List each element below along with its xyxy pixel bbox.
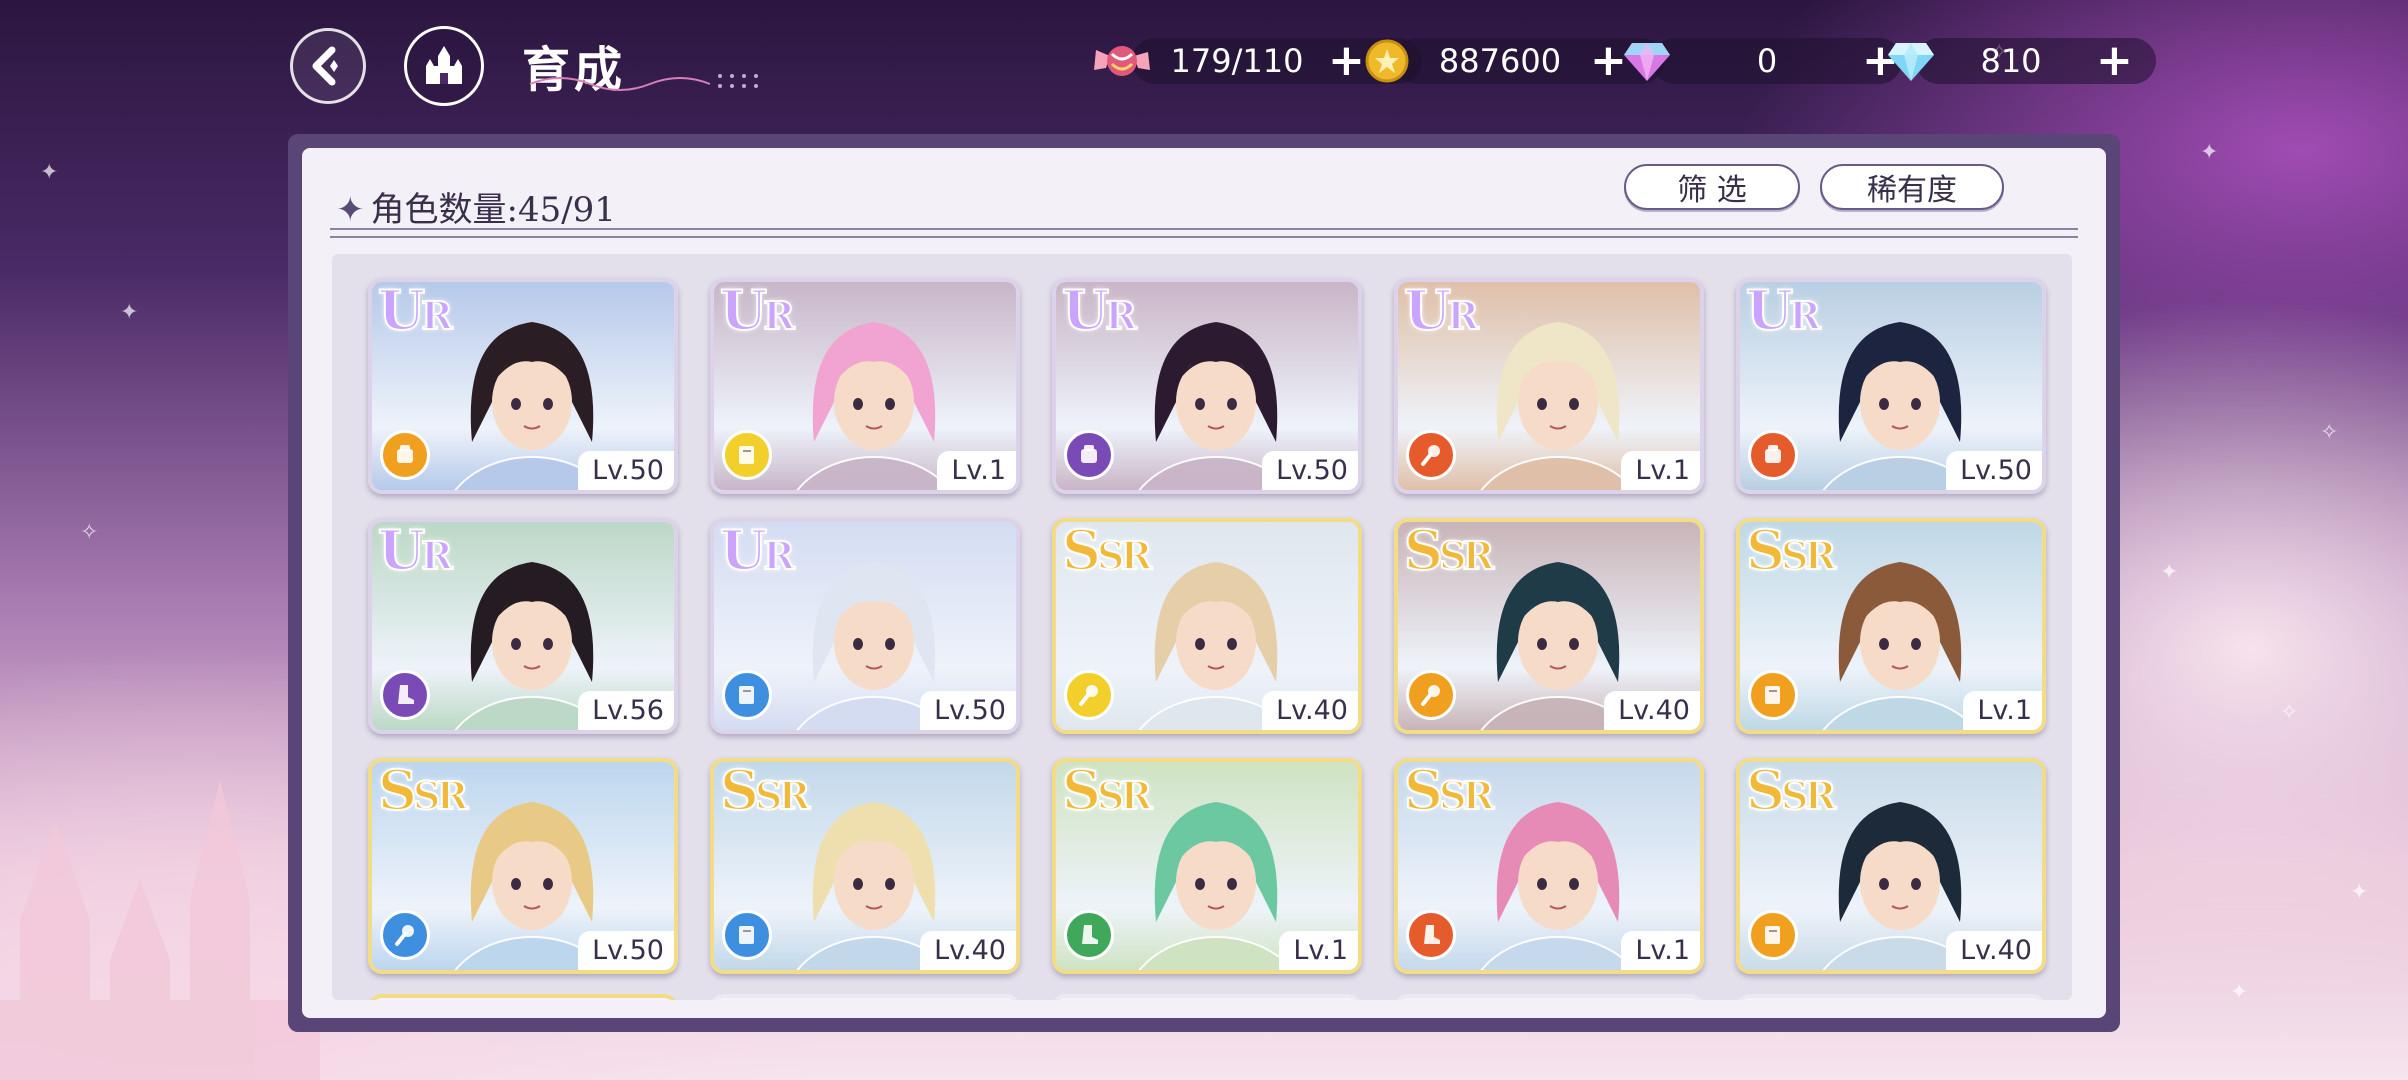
character-panel: ✦ 角色数量:45/91 筛 选 稀有度 UR Lv.50 UR Lv.1 UR Lv.50… bbox=[288, 134, 2120, 1032]
rarity-badge: SSR bbox=[377, 758, 469, 823]
level-label: Lv.56 bbox=[578, 691, 674, 730]
rarity-badge: SSR bbox=[1745, 518, 1837, 583]
candy-value: 179/110 bbox=[1170, 42, 1304, 80]
level-label: Lv.40 bbox=[1946, 931, 2042, 970]
character-count-label: 角色数量:45/91 bbox=[370, 190, 616, 230]
fist-element-icon bbox=[1064, 430, 1114, 480]
level-label: Lv.40 bbox=[1604, 691, 1700, 730]
level-label: Lv.40 bbox=[1262, 691, 1358, 730]
character-card-partial[interactable] bbox=[1052, 994, 1362, 1000]
character-card-partial[interactable] bbox=[1736, 994, 2046, 1000]
blue-gem-value: 810 bbox=[1980, 42, 2042, 80]
wand-element-icon bbox=[1406, 670, 1456, 720]
character-card[interactable]: SSR Lv.40 bbox=[1736, 758, 2046, 974]
level-label: Lv.1 bbox=[1621, 931, 1700, 970]
character-card-partial[interactable] bbox=[1394, 994, 1704, 1000]
pink-diamond-icon bbox=[1624, 43, 1670, 81]
rarity-badge: UR bbox=[1061, 278, 1138, 343]
boot-element-icon bbox=[380, 670, 430, 720]
character-card[interactable]: UR Lv.1 bbox=[1394, 278, 1704, 494]
resource-pink-gem: 0 + bbox=[1622, 34, 1902, 88]
character-count: ✦ 角色数量:45/91 bbox=[336, 182, 616, 231]
level-label: Lv.50 bbox=[920, 691, 1016, 730]
level-label: Lv.50 bbox=[578, 451, 674, 490]
home-button[interactable] bbox=[404, 26, 484, 106]
rarity-badge: UR bbox=[719, 278, 796, 343]
character-card[interactable]: UR Lv.50 bbox=[1052, 278, 1362, 494]
character-card[interactable]: SSR Lv.40 bbox=[1394, 518, 1704, 734]
candy-icon bbox=[1094, 46, 1150, 76]
coin-value: 887600 bbox=[1438, 42, 1562, 80]
sort-rarity-button[interactable]: 稀有度 bbox=[1820, 164, 2004, 210]
character-card-partial[interactable] bbox=[710, 994, 1020, 1000]
back-arrow-icon bbox=[312, 46, 338, 86]
rarity-badge: SSR bbox=[719, 758, 811, 823]
fist-element-icon bbox=[1748, 430, 1798, 480]
character-card[interactable]: UR Lv.1 bbox=[710, 278, 1020, 494]
resource-candy: 179/110 + bbox=[1092, 34, 1422, 88]
resource-blue-gem: 810 + bbox=[1886, 34, 2156, 88]
boot-element-icon bbox=[1406, 910, 1456, 960]
fist-element-icon bbox=[380, 430, 430, 480]
character-card[interactable]: SSR Lv.1 bbox=[1052, 758, 1362, 974]
character-card[interactable]: UR Lv.50 bbox=[710, 518, 1020, 734]
rarity-badge: UR bbox=[1403, 278, 1480, 343]
level-label: Lv.1 bbox=[1279, 931, 1358, 970]
character-card[interactable]: UR Lv.50 bbox=[1736, 278, 2046, 494]
rarity-badge: SSR bbox=[1403, 758, 1495, 823]
castle-silhouette bbox=[0, 780, 320, 1080]
rarity-badge: SSR bbox=[1403, 518, 1495, 583]
rarity-badge: UR bbox=[377, 278, 454, 343]
level-label: Lv.1 bbox=[937, 451, 1016, 490]
level-label: Lv.50 bbox=[578, 931, 674, 970]
rarity-badge: SSR bbox=[1061, 518, 1153, 583]
book-element-icon bbox=[722, 910, 772, 960]
rarity-badge: SSR bbox=[1745, 758, 1837, 823]
character-card[interactable]: SSR Lv.50 bbox=[368, 758, 678, 974]
pink-gem-value: 0 bbox=[1756, 42, 1778, 80]
level-label: Lv.1 bbox=[1963, 691, 2042, 730]
character-card-partial[interactable] bbox=[368, 994, 678, 1000]
resource-coin: 887600 + bbox=[1364, 34, 1664, 88]
character-panel-inner: ✦ 角色数量:45/91 筛 选 稀有度 UR Lv.50 UR Lv.1 UR Lv.50… bbox=[302, 148, 2106, 1018]
wand-element-icon bbox=[1064, 670, 1114, 720]
book-element-icon bbox=[722, 670, 772, 720]
book-element-icon bbox=[722, 430, 772, 480]
level-label: Lv.40 bbox=[920, 931, 1016, 970]
blue-diamond-icon bbox=[1888, 43, 1934, 81]
add-candy-button[interactable]: + bbox=[1328, 39, 1365, 83]
character-card[interactable]: SSR Lv.40 bbox=[1052, 518, 1362, 734]
book-element-icon bbox=[1748, 670, 1798, 720]
castle-icon bbox=[426, 46, 462, 84]
level-label: Lv.50 bbox=[1262, 451, 1358, 490]
character-card[interactable]: UR Lv.50 bbox=[368, 278, 678, 494]
level-label: Lv.1 bbox=[1621, 451, 1700, 490]
add-blue-gem-button[interactable]: + bbox=[2096, 39, 2133, 83]
back-button[interactable] bbox=[290, 28, 366, 104]
header-divider bbox=[330, 228, 2078, 238]
wand-element-icon bbox=[1406, 430, 1456, 480]
rarity-badge: UR bbox=[377, 518, 454, 583]
gold-coin-icon bbox=[1365, 39, 1409, 83]
title-decoration bbox=[529, 74, 758, 91]
rarity-badge: UR bbox=[1745, 278, 1822, 343]
character-card[interactable]: SSR Lv.1 bbox=[1736, 518, 2046, 734]
filter-button[interactable]: 筛 选 bbox=[1624, 164, 1800, 210]
character-card[interactable]: UR Lv.56 bbox=[368, 518, 678, 734]
sparkle-icon: ✦ bbox=[336, 190, 365, 230]
rarity-badge: UR bbox=[719, 518, 796, 583]
level-label: Lv.50 bbox=[1946, 451, 2042, 490]
book-element-icon bbox=[1748, 910, 1798, 960]
character-card[interactable]: SSR Lv.40 bbox=[710, 758, 1020, 974]
character-grid[interactable]: UR Lv.50 UR Lv.1 UR Lv.50 UR Lv.1 UR Lv.50 UR Lv.56… bbox=[332, 254, 2072, 1000]
wand-element-icon bbox=[380, 910, 430, 960]
boot-element-icon bbox=[1064, 910, 1114, 960]
rarity-badge: SSR bbox=[1061, 758, 1153, 823]
character-card[interactable]: SSR Lv.1 bbox=[1394, 758, 1704, 974]
